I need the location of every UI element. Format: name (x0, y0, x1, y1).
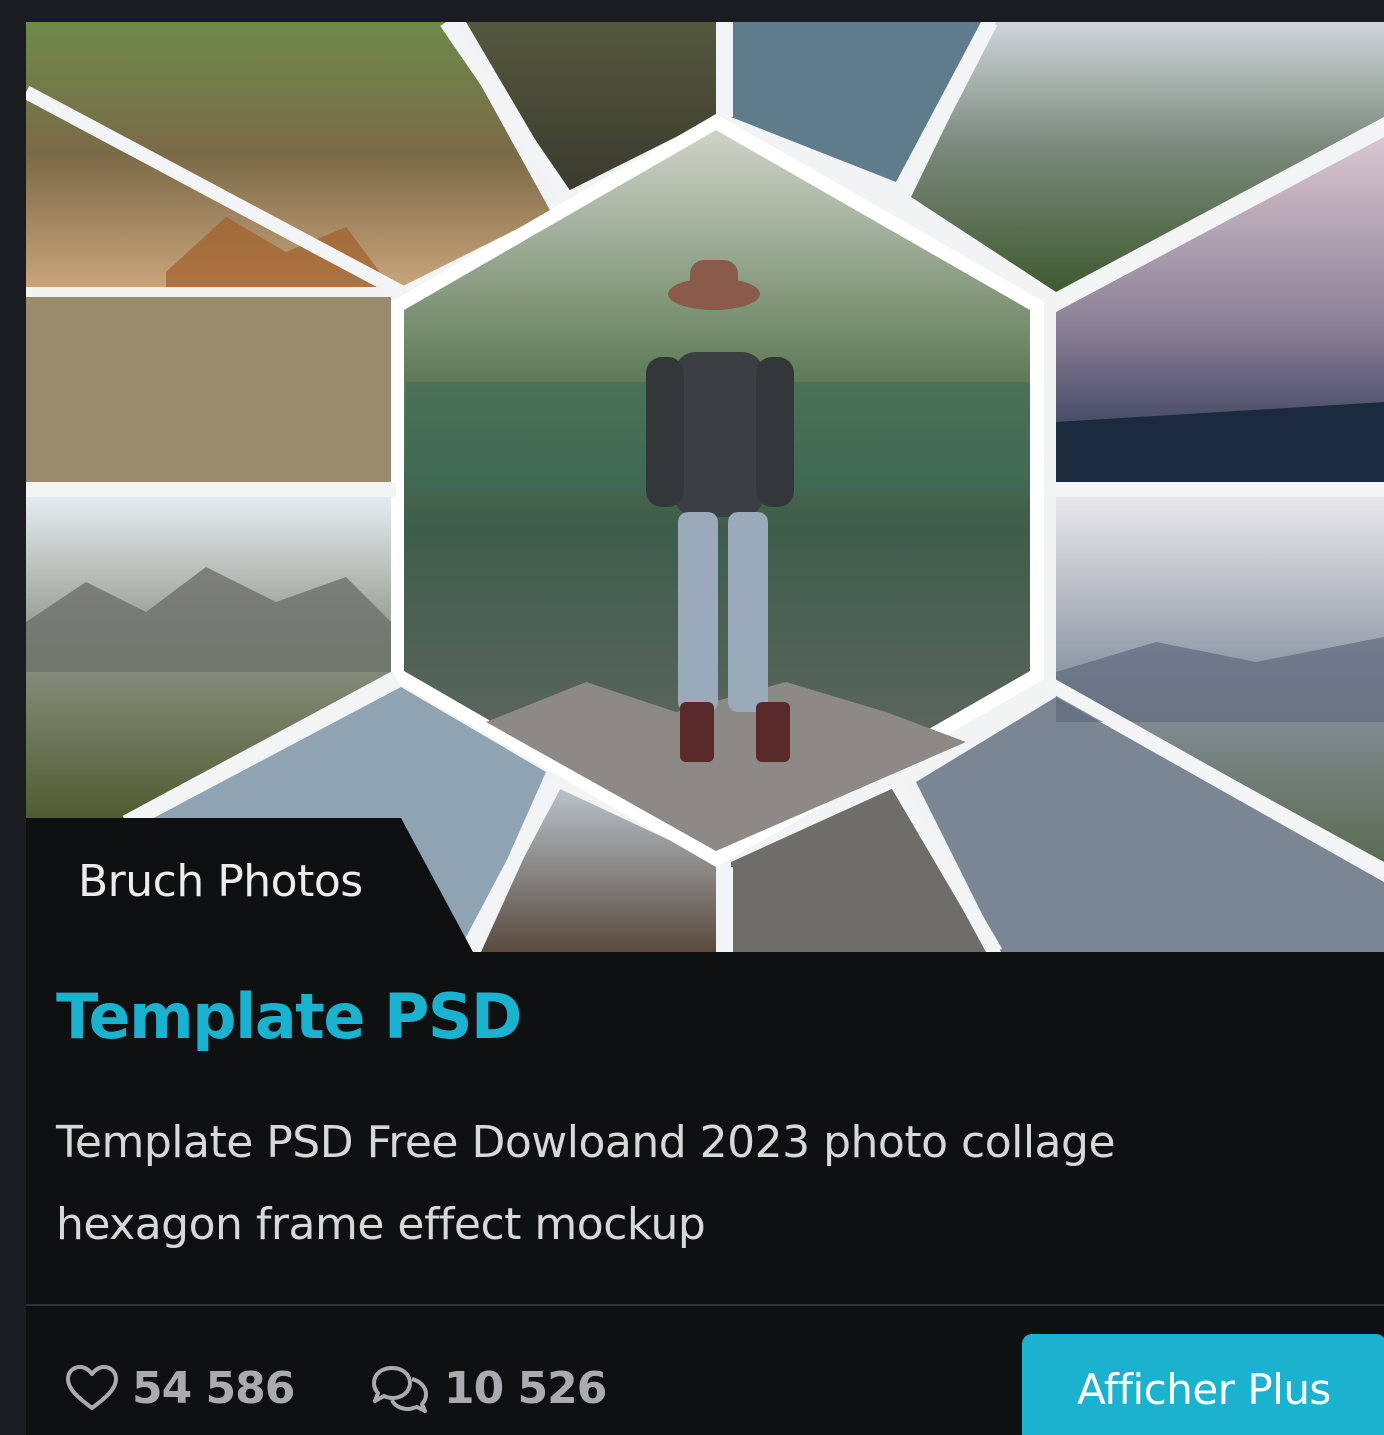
post-title[interactable]: Template PSD (56, 980, 523, 1053)
comments-stat[interactable]: 10 526 (368, 1360, 607, 1416)
comments-count: 10 526 (444, 1362, 607, 1414)
chat-bubbles-icon (372, 1366, 428, 1413)
category-label: Bruch Photos (78, 856, 363, 907)
show-more-button[interactable]: Afficher Plus (1022, 1334, 1384, 1435)
likes-count: 54 586 (132, 1362, 295, 1414)
likes-stat[interactable]: 54 586 (64, 1360, 295, 1416)
post-description: Template PSD Free Dowloand 2023 photo co… (56, 1117, 1116, 1250)
heart-icon (66, 1365, 118, 1410)
collage-image[interactable]: Bruch Photos (26, 22, 1384, 952)
divider (26, 1304, 1384, 1306)
post-card: Bruch Photos Template PSD Template PSD F… (26, 22, 1384, 1435)
